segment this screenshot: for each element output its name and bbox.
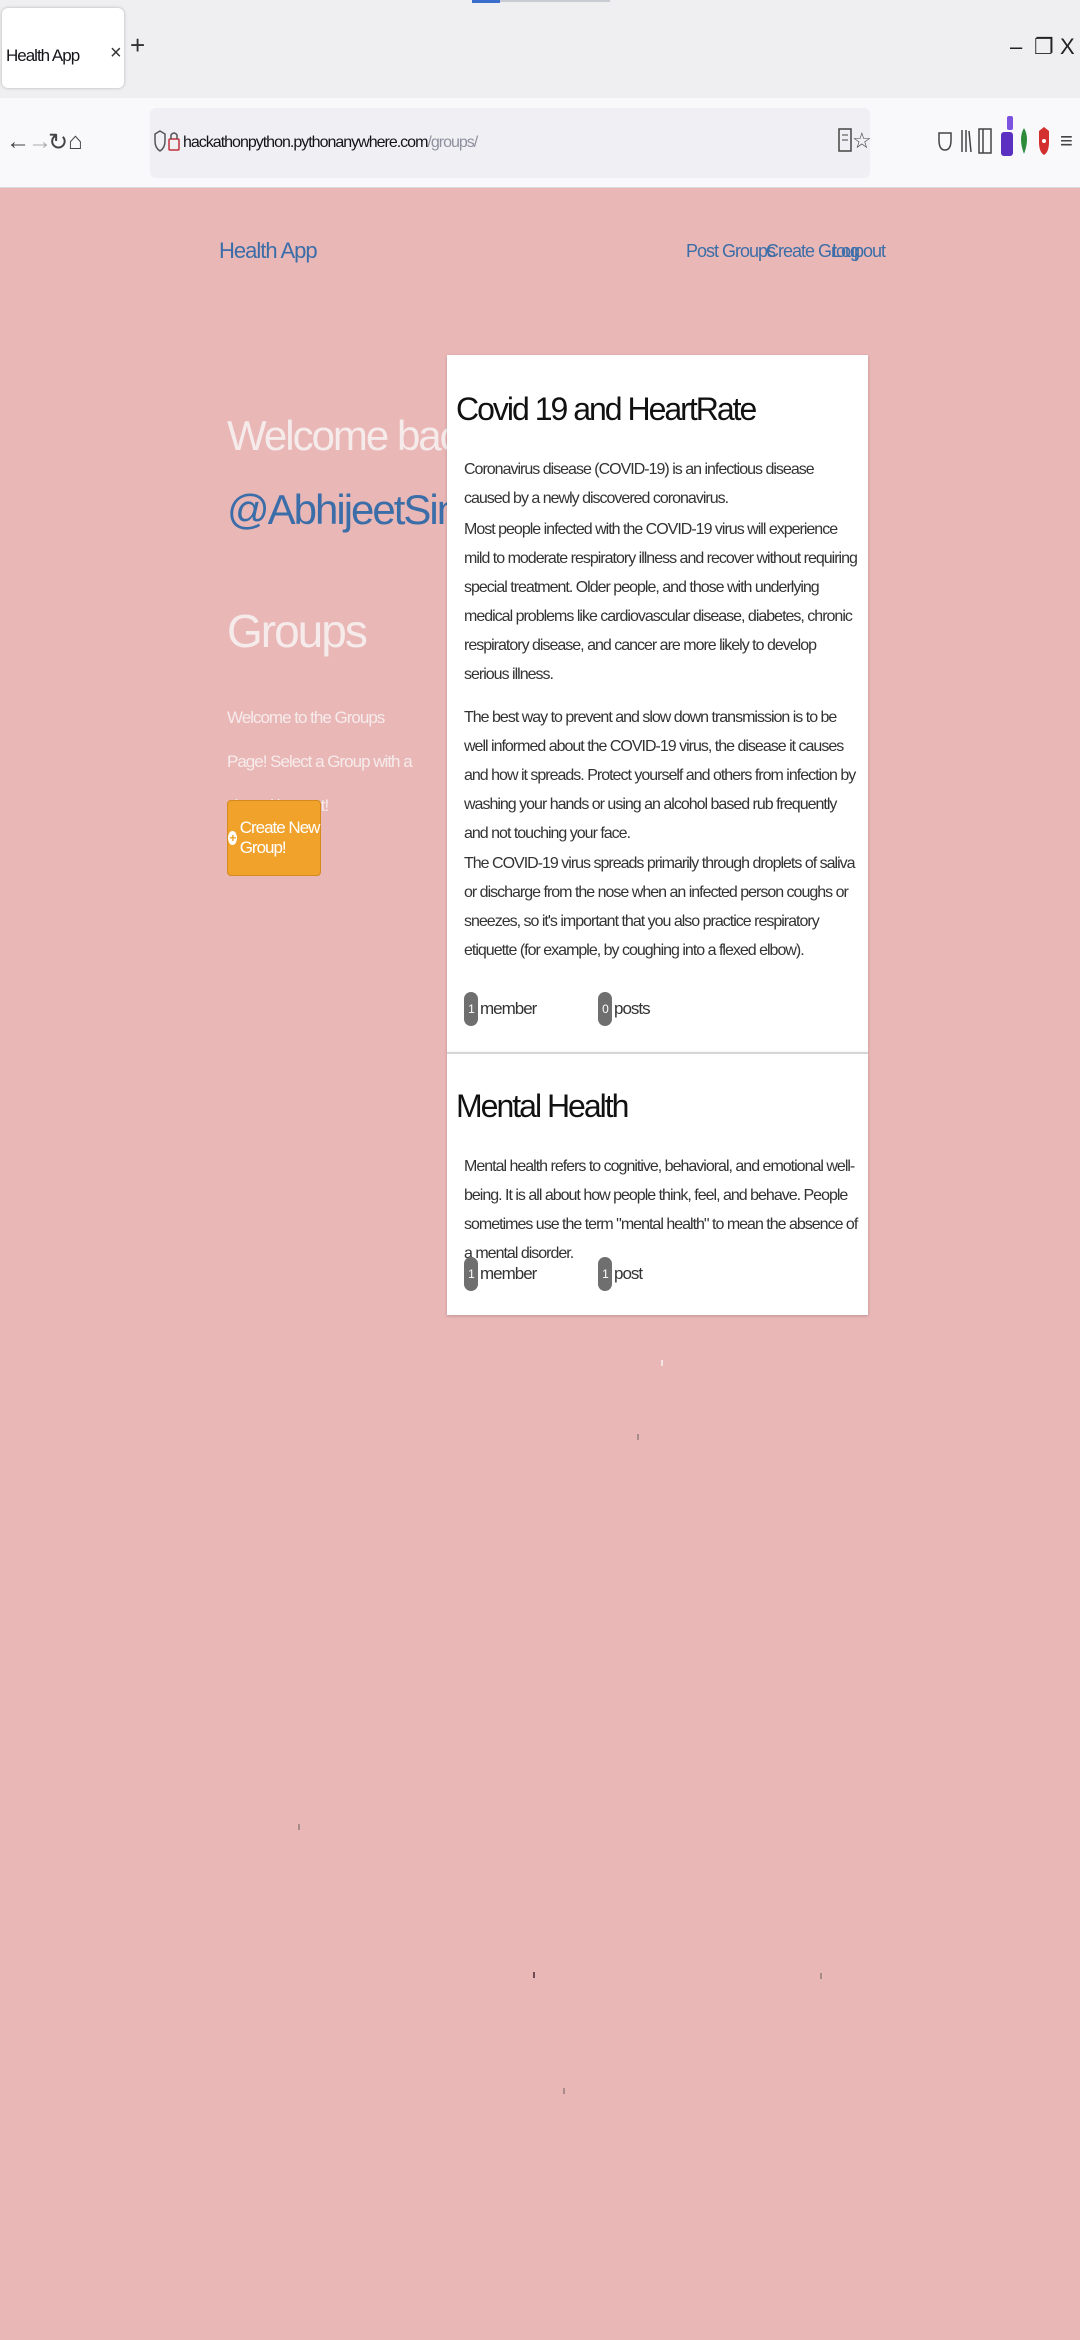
tab-accent-track	[500, 0, 610, 2]
member-label: member	[480, 999, 537, 1018]
new-tab-icon[interactable]: +	[130, 30, 145, 61]
group-description-paragraph: The COVID-19 virus spreads primarily thr…	[464, 855, 856, 959]
shield-icon[interactable]	[154, 130, 166, 152]
group-title[interactable]: Covid 19 and HeartRate	[456, 391, 757, 428]
minimize-icon[interactable]: –	[1010, 34, 1022, 60]
close-window-icon[interactable]: X	[1060, 34, 1075, 60]
home-icon[interactable]: ⌂	[68, 128, 83, 156]
artifact-speck	[563, 2088, 565, 2094]
welcome-heading: Welcome back	[227, 412, 480, 459]
extension-green-icon[interactable]	[1018, 126, 1030, 156]
extension-red-shield-icon[interactable]	[1038, 126, 1050, 156]
restore-icon[interactable]: ❐	[1034, 34, 1054, 60]
back-icon[interactable]: ←	[6, 128, 30, 156]
lock-icon[interactable]	[168, 130, 180, 152]
reader-view-icon[interactable]	[838, 128, 852, 152]
brand-link[interactable]: Health App	[219, 238, 318, 264]
post-label: posts	[614, 999, 651, 1018]
group-description-paragraph: Mental health refers to cognitive, behav…	[464, 1158, 858, 1262]
post-counter: 1 post	[598, 1257, 643, 1291]
browser-tab[interactable]: Health App ×	[2, 8, 124, 88]
artifact-speck	[533, 1972, 535, 1978]
member-counter: 1 member	[464, 992, 537, 1026]
bookmark-star-icon[interactable]: ☆	[852, 128, 872, 154]
sidebar-icon[interactable]	[978, 128, 992, 154]
group-description-paragraph: Coronavirus disease (COVID-19) is an inf…	[464, 461, 815, 507]
post-count-badge: 0	[598, 992, 612, 1026]
member-count-badge: 1	[464, 992, 478, 1026]
pocket-icon[interactable]	[938, 130, 952, 152]
library-icon[interactable]	[960, 128, 972, 154]
extension-purple-icon[interactable]	[998, 112, 1016, 158]
group-description-paragraph: The best way to prevent and slow down tr…	[464, 709, 856, 842]
reload-icon[interactable]: ↻	[48, 128, 68, 157]
artifact-speck	[298, 1824, 300, 1830]
group-card[interactable]: Covid 19 and HeartRate Coronavirus disea…	[447, 355, 868, 1052]
create-button-label: Create New Group!	[239, 818, 321, 857]
artifact-speck	[661, 1360, 663, 1366]
group-card[interactable]: Mental Health Mental health refers to co…	[447, 1052, 868, 1315]
artifact-speck	[820, 1973, 822, 1979]
artifact-speck	[637, 1434, 639, 1440]
tab-close-icon[interactable]: ×	[110, 42, 122, 65]
group-description-paragraph: Most people infected with the COVID-19 v…	[464, 521, 858, 683]
member-count-badge: 1	[464, 1257, 478, 1291]
tab-accent	[472, 0, 500, 3]
tab-title: Health App	[6, 46, 80, 65]
post-counter: 0 posts	[598, 992, 651, 1026]
url-text[interactable]: hackathonpython.pythonanywhere.com/group…	[183, 134, 478, 152]
post-label: post	[614, 1264, 643, 1283]
nav-link-log-out[interactable]: Log out	[832, 241, 886, 262]
member-counter: 1 member	[464, 1257, 537, 1291]
nav-link-post[interactable]: Post	[686, 241, 719, 262]
member-label: member	[480, 1264, 537, 1283]
create-new-group-button[interactable]: + Create New Group!	[227, 800, 321, 876]
browser-tab-bar: Health App × + – ❐ X	[0, 0, 1080, 98]
post-count-badge: 1	[598, 1257, 612, 1291]
page-title: Groups	[227, 605, 368, 657]
plus-circle-icon: +	[228, 831, 237, 845]
group-title[interactable]: Mental Health	[456, 1088, 629, 1125]
menu-icon[interactable]: ≡	[1060, 128, 1073, 154]
